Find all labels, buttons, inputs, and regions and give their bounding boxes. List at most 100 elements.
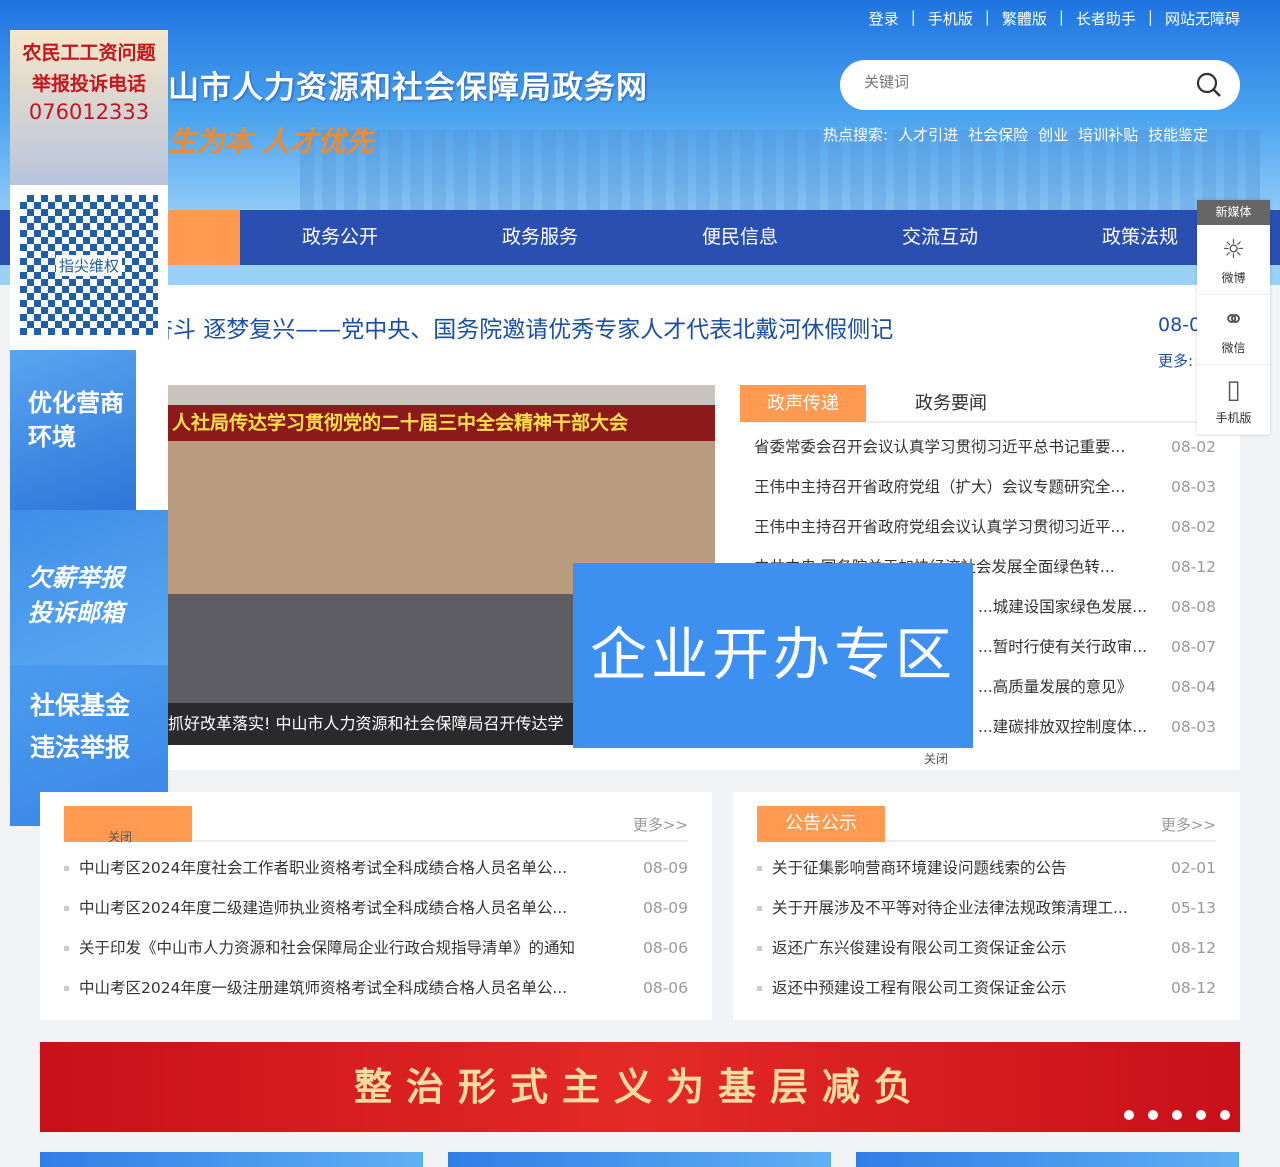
more-link[interactable]: 更多>> (1161, 814, 1216, 835)
item-title: 中山考区2024年度社会工作者职业资格考试全科成绩合格人员名单公... (64, 848, 567, 888)
mobile-link[interactable]: 手机版 (928, 8, 973, 29)
wage-ad-line: 农民工工资问题 (22, 42, 156, 64)
tab-gov-news[interactable]: 政务要闻 (888, 385, 1014, 422)
exam-notice-panel: 更多>> 中山考区2024年度社会工作者职业资格考试全科成绩合格人员名单公...… (40, 792, 712, 1020)
traditional-link[interactable]: 繁體版 (1002, 8, 1047, 29)
fund-ad-line: 社保基金 (30, 691, 131, 720)
item-title: 关于开展涉及不平等对待企业法律法规政策清理工... (757, 888, 1128, 928)
pagination-dot[interactable] (1196, 1110, 1206, 1120)
more-link[interactable]: 更多>> (633, 814, 688, 835)
list-item[interactable]: 关于征集影响营商环境建设问题线索的公告 02-01 (757, 848, 1216, 888)
item-date: 02-01 (1170, 859, 1216, 877)
item-title: 返还中预建设工程有限公司工资保证金公示 (757, 968, 1067, 1008)
banner-pagination (1124, 1110, 1230, 1120)
item-date: 08-12 (1170, 979, 1216, 997)
weibo-label: 微博 (1221, 271, 1246, 285)
salary-complaint-ad[interactable]: 欠薪举报 投诉邮箱 (10, 510, 168, 665)
mobile-version-link[interactable]: ▯ 手机版 (1197, 365, 1270, 435)
left-float-ads: 农民工工资问题 举报投诉电话 076012333 指尖维权 优化营商环境 欠薪举… (10, 30, 168, 826)
panel-title[interactable]: 公告公示 (757, 806, 885, 842)
headline-link[interactable]: 爱国奋斗 逐梦复兴——党中央、国务院邀请优秀专家人才代表北戴河休假侧记 (104, 310, 893, 344)
nav-interaction[interactable]: 交流互动 (840, 210, 1040, 265)
news-title: 王伟中主持召开省政府党组（扩大）会议专题研究全... (754, 478, 1126, 496)
item-date: 08-06 (642, 939, 688, 957)
news-title: 省委常委会召开会议认真学习贯彻习近平总书记重要... (754, 438, 1126, 456)
item-date: 08-09 (642, 899, 688, 917)
elder-link[interactable]: 长者助手 (1076, 8, 1136, 29)
list-item[interactable]: 中山考区2024年度社会工作者职业资格考试全科成绩合格人员名单公... 08-09 (64, 848, 688, 888)
search-icon[interactable] (1196, 72, 1222, 98)
news-date: 08-03 (1170, 478, 1216, 496)
hot-search-item[interactable]: 创业 (1038, 124, 1068, 145)
list-item[interactable]: 中山考区2024年度一级注册建筑师资格考试全科成绩合格人员名单公... 08-06 (64, 968, 688, 1008)
qr-code[interactable]: 指尖维权 (10, 185, 168, 350)
list-item[interactable]: 中山考区2024年度二级建造师执业资格考试全科成绩合格人员名单公... 08-09 (64, 888, 688, 928)
tab-policy-voice[interactable]: 政声传递 (740, 385, 866, 422)
item-date: 08-06 (642, 979, 688, 997)
item-title: 中山考区2024年度二级建造师执业资格考试全科成绩合格人员名单公... (64, 888, 567, 928)
search-input[interactable] (864, 74, 1164, 91)
wage-complaint-ad[interactable]: 农民工工资问题 举报投诉电话 076012333 (10, 30, 168, 185)
wage-ad-line: 举报投诉电话 (31, 73, 146, 95)
pagination-dot[interactable] (1124, 1110, 1134, 1120)
headline-date: 08-0 (1158, 314, 1202, 336)
news-date: 08-02 (1170, 518, 1216, 536)
service-tile[interactable] (448, 1152, 831, 1167)
slogan: 生为本 人才优先 (168, 125, 374, 158)
list-item[interactable]: 关于开展涉及不平等对待企业法律法规政策清理工... 05-13 (757, 888, 1216, 928)
announcement-panel: 公告公示 更多>> 关于征集影响营商环境建设问题线索的公告 02-01 关于开展涉… (733, 792, 1240, 1020)
wechat-label: 微信 (1221, 341, 1246, 355)
wechat-icon: ⚭ (1222, 305, 1245, 335)
pagination-dot[interactable] (1172, 1110, 1182, 1120)
nav-gov-open[interactable]: 政务公开 (240, 210, 440, 265)
accessibility-link[interactable]: 网站无障碍 (1165, 8, 1240, 29)
hot-search: 热点搜索: 人才引进 社会保险 创业 培训补贴 技能鉴定 (823, 124, 1208, 145)
weibo-link[interactable]: ☼ 微博 (1197, 225, 1270, 295)
left-ads-close[interactable]: 关闭 (108, 828, 132, 845)
hot-search-item[interactable]: 人才引进 (898, 124, 958, 145)
news-date: 08-04 (1170, 678, 1216, 696)
hot-search-item[interactable]: 社会保险 (968, 124, 1028, 145)
hot-search-item[interactable]: 技能鉴定 (1148, 124, 1208, 145)
service-tile[interactable] (856, 1152, 1239, 1167)
nav-gov-service[interactable]: 政务服务 (440, 210, 640, 265)
news-item[interactable]: 王伟中主持召开省政府党组会议认真学习贯彻习近平... 08-02 (754, 507, 1216, 547)
business-environment-ad[interactable]: 优化营商环境 (10, 350, 136, 510)
salary-ad-line: 欠薪举报 (28, 564, 124, 592)
item-title: 关于印发《中山市人力资源和社会保障局企业行政合规指导清单》的通知 (64, 928, 575, 968)
phone-icon: ▯ (1226, 375, 1241, 405)
salary-ad-line: 投诉邮箱 (28, 599, 124, 627)
nav-public-info[interactable]: 便民信息 (640, 210, 840, 265)
login-link[interactable]: 登录 (869, 8, 899, 29)
news-date: 08-07 (1170, 638, 1216, 656)
wage-ad-phone: 076012333 (28, 100, 150, 124)
new-media-header: 新媒体 (1197, 200, 1270, 225)
news-date: 08-12 (1170, 558, 1216, 576)
pagination-dot[interactable] (1148, 1110, 1158, 1120)
list-item[interactable]: 关于印发《中山市人力资源和社会保障局企业行政合规指导清单》的通知 08-06 (64, 928, 688, 968)
business-startup-float-ad[interactable]: 企业开办专区 (573, 563, 973, 748)
list-item[interactable]: 返还广东兴俊建设有限公司工资保证金公示 08-12 (757, 928, 1216, 968)
campaign-banner[interactable]: 整治形式主义为基层减负 (40, 1042, 1240, 1132)
hot-search-label: 热点搜索: (823, 126, 889, 144)
hot-search-item[interactable]: 培训补贴 (1078, 124, 1138, 145)
item-date: 05-13 (1170, 899, 1216, 917)
list-item[interactable]: 返还中预建设工程有限公司工资保证金公示 08-12 (757, 968, 1216, 1008)
service-tile[interactable] (40, 1152, 423, 1167)
headline-more[interactable]: 更多: (1158, 350, 1193, 371)
item-date: 08-09 (642, 859, 688, 877)
mobile-label: 手机版 (1215, 411, 1252, 425)
fund-ad-line: 违法举报 (30, 733, 131, 762)
new-media-sidebar: 新媒体 ☼ 微博 ⚭ 微信 ▯ 手机版 (1197, 200, 1270, 435)
news-item[interactable]: 省委常委会召开会议认真学习贯彻习近平总书记重要... 08-02 (754, 427, 1216, 467)
news-title: 王伟中主持召开省政府党组会议认真学习贯彻习近平... (754, 518, 1126, 536)
site-title: 山市人力资源和社会保障局政务网 (168, 70, 648, 106)
pagination-dot[interactable] (1220, 1110, 1230, 1120)
item-date: 08-12 (1170, 939, 1216, 957)
news-tabs: 政声传递 政务要闻 (740, 385, 1240, 423)
item-title: 中山考区2024年度一级注册建筑师资格考试全科成绩合格人员名单公... (64, 968, 567, 1008)
news-date: 08-08 (1170, 598, 1216, 616)
wechat-link[interactable]: ⚭ 微信 (1197, 295, 1270, 365)
news-item[interactable]: 王伟中主持召开省政府党组（扩大）会议专题研究全... 08-03 (754, 467, 1216, 507)
float-ad-close[interactable]: 关闭 (924, 750, 948, 767)
